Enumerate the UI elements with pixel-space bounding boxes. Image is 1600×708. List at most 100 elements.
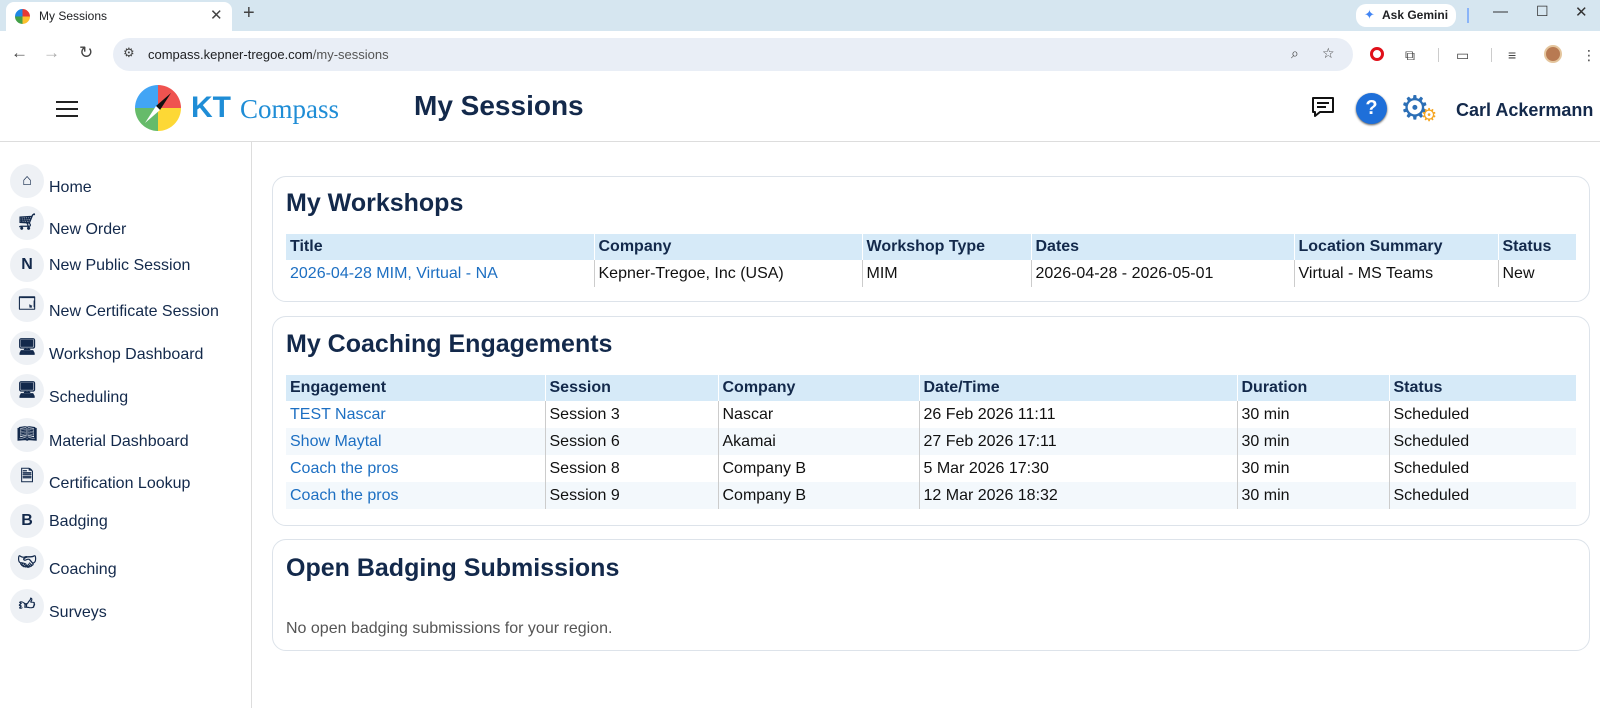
bookmark-star-icon[interactable]: ☆ (1322, 45, 1335, 62)
media-queue-icon[interactable]: ≡ (1508, 47, 1516, 63)
table-cell: 12 Mar 2026 18:32 (919, 482, 1238, 509)
minimize-icon[interactable]: — (1493, 3, 1508, 20)
table-row: 2026-04-28 MIM, Virtual - NA Kepner-Treg… (286, 260, 1576, 287)
settings-small-gear-icon: ⚙ (1421, 105, 1438, 125)
engagement-cell[interactable]: Coach the pros (286, 455, 546, 482)
coaching-title: My Coaching Engagements (286, 330, 613, 358)
logo-kt-text: KT (191, 91, 231, 124)
sidebar-item-home[interactable]: ⌂ Home (10, 164, 245, 200)
column-header[interactable]: Duration (1237, 375, 1390, 401)
sidebar-item-new-order[interactable]: 🛒︎ New Order (10, 206, 245, 242)
engagement-cell[interactable]: TEST Nascar (286, 401, 546, 428)
divider (1467, 8, 1469, 23)
table-row: TEST Nascar Session 3 Nascar 26 Feb 2026… (286, 401, 1576, 428)
sidebar-item-coaching[interactable]: 🤝︎ Coaching (10, 546, 245, 582)
sidebar-item-surveys[interactable]: 👍︎ Surveys (10, 589, 245, 625)
engagement-cell[interactable]: Coach the pros (286, 482, 546, 509)
table-cell: Nascar (718, 401, 920, 428)
engagement-link[interactable]: TEST Nascar (290, 406, 386, 423)
maximize-icon[interactable]: ☐ (1536, 3, 1549, 20)
sidebar-item-workshop-dashboard[interactable]: 🖥︎ Workshop Dashboard (10, 331, 245, 367)
logo-compass-text: Compass (240, 94, 340, 124)
sidebar-item-label: Material Dashboard (49, 433, 189, 450)
column-header[interactable]: Date/Time (919, 375, 1238, 401)
forward-icon[interactable]: → (43, 43, 60, 63)
page-title: My Sessions (414, 90, 584, 121)
new-tab-button[interactable]: + (243, 2, 255, 25)
sidebar-item-badging[interactable]: B Badging (10, 504, 245, 540)
extensions-puzzle-icon[interactable]: ⧉ (1405, 47, 1415, 64)
table-header-row: Engagement Session Company Date/Time Dur… (286, 375, 1576, 401)
workshops-table: Title Company Workshop Type Dates Locati… (286, 234, 1576, 287)
sidebar-item-label: New Certificate Session (49, 303, 219, 320)
ask-gemini-button[interactable]: ✦ Ask Gemini (1356, 4, 1456, 27)
column-header[interactable]: Session (545, 375, 719, 401)
close-tab-icon[interactable]: ✕ (210, 6, 223, 24)
table-cell: Akamai (718, 428, 920, 455)
workshop-link[interactable]: 2026-04-28 MIM, Virtual - NA (290, 265, 498, 282)
engagement-link[interactable]: Show Maytal (290, 433, 382, 450)
workshops-panel: My Workshops Title Company Workshop Type… (272, 176, 1590, 302)
opera-extension-icon[interactable] (1370, 47, 1384, 61)
status-cell: New (1502, 264, 1535, 282)
sidebar-item-material-dashboard[interactable]: 📖︎ Material Dashboard (10, 418, 245, 454)
cast-icon[interactable]: ▭ (1456, 47, 1469, 64)
site-info-icon[interactable]: ⚙ (123, 45, 135, 61)
user-name[interactable]: Carl Ackermann (1456, 100, 1593, 121)
coaching-table: Engagement Session Company Date/Time Dur… (286, 375, 1576, 509)
workshops-title: My Workshops (286, 189, 464, 217)
favicon-icon (15, 9, 30, 24)
reload-icon[interactable]: ↻ (79, 43, 93, 63)
column-header[interactable]: Location Summary (1294, 234, 1499, 260)
table-cell: 30 min (1237, 455, 1390, 482)
column-header[interactable]: Company (718, 375, 920, 401)
table-cell: 27 Feb 2026 17:11 (919, 428, 1238, 455)
column-header[interactable]: Status (1389, 375, 1576, 401)
divider (1491, 48, 1492, 62)
table-cell: 2026-04-28 - 2026-05-01 (1031, 260, 1295, 287)
column-header[interactable]: Company (594, 234, 863, 260)
sidebar-item-scheduling[interactable]: 🖥︎ Scheduling (10, 374, 245, 410)
table-cell: 5 Mar 2026 17:30 (919, 455, 1238, 482)
column-header[interactable]: Engagement (286, 375, 546, 401)
b-letter-icon: B (10, 504, 44, 538)
chat-icon[interactable] (1311, 96, 1335, 118)
table-cell: MIM (862, 260, 1032, 287)
column-header[interactable]: Dates (1031, 234, 1295, 260)
sidebar-item-certification-lookup[interactable]: 🗎︎ Certification Lookup (10, 460, 245, 496)
help-icon[interactable]: ? (1356, 93, 1387, 124)
hamburger-menu-icon[interactable] (56, 101, 78, 117)
column-header[interactable]: Status (1498, 234, 1576, 260)
table-cell: Session 9 (545, 482, 719, 509)
close-window-icon[interactable]: ✕ (1575, 3, 1588, 21)
sidebar-item-label: Coaching (49, 561, 117, 578)
sidebar-item-new-public-session[interactable]: N New Public Session (10, 248, 245, 284)
engagement-link[interactable]: Coach the pros (290, 487, 399, 504)
sidebar-item-label: Badging (49, 513, 108, 530)
badging-panel: Open Badging Submissions No open badging… (272, 539, 1590, 651)
back-icon[interactable]: ← (11, 43, 28, 63)
ask-gemini-label: Ask Gemini (1382, 8, 1449, 22)
profile-avatar[interactable] (1544, 45, 1562, 63)
workshop-title-cell[interactable]: 2026-04-28 MIM, Virtual - NA (286, 260, 595, 287)
column-header[interactable]: Workshop Type (862, 234, 1032, 260)
sidebar-item-label: Surveys (49, 604, 107, 621)
empty-state-text: No open badging submissions for your reg… (286, 620, 613, 637)
sidebar-item-label: Workshop Dashboard (49, 346, 204, 363)
table-cell: 30 min (1237, 428, 1390, 455)
sidebar-item-new-certificate-session[interactable]: 🗔︎ New Certificate Session (10, 288, 245, 324)
more-menu-icon[interactable]: ⋮ (1582, 47, 1596, 64)
address-bar[interactable]: ⚙ compass.kepner-tregoe.com/my-sessions … (113, 38, 1353, 71)
url-text[interactable]: compass.kepner-tregoe.com/my-sessions (148, 47, 389, 62)
badging-title: Open Badging Submissions (286, 554, 620, 582)
browser-tab[interactable]: My Sessions ✕ (6, 2, 232, 31)
engagement-cell[interactable]: Show Maytal (286, 428, 546, 455)
cart-icon: 🛒︎ (10, 206, 44, 240)
zoom-icon[interactable]: ⌕ (1291, 45, 1299, 62)
compass-needle-icon (145, 93, 171, 123)
table-cell: 30 min (1237, 401, 1390, 428)
column-header[interactable]: Title (286, 234, 595, 260)
engagement-link[interactable]: Coach the pros (290, 460, 399, 477)
sidebar-item-label: New Public Session (49, 257, 191, 274)
n-letter-icon: N (10, 248, 44, 282)
